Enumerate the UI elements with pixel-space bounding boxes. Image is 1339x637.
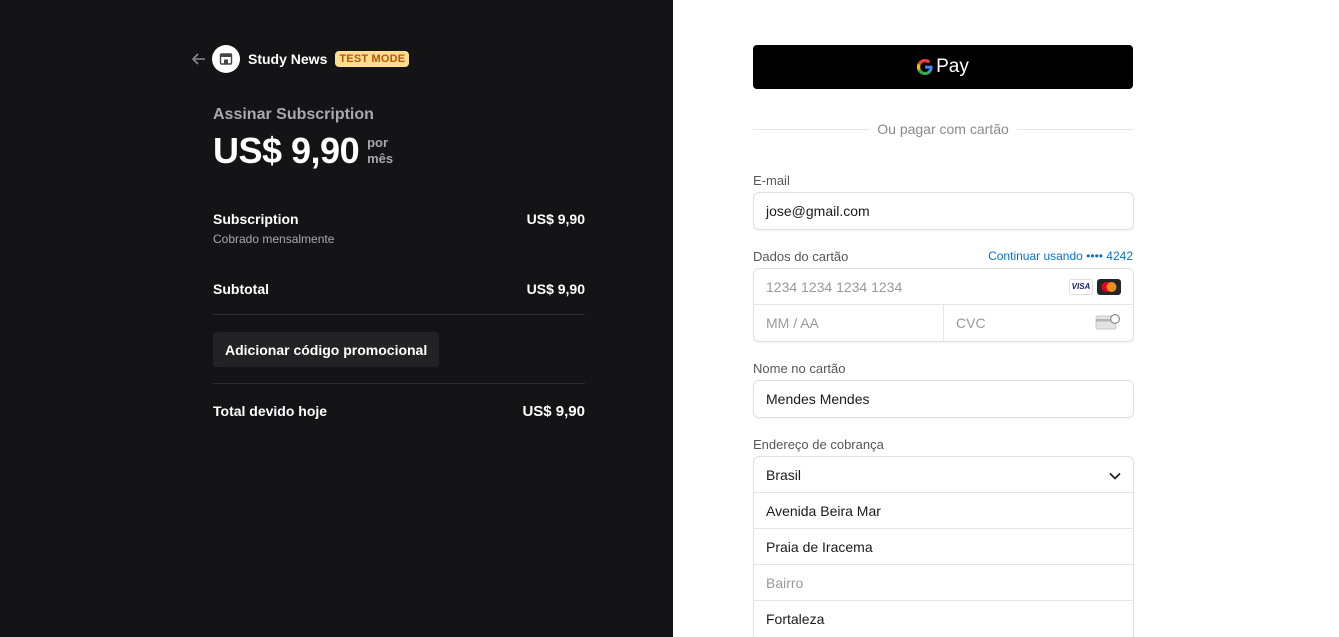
cvc-input[interactable]: CVC [943,305,1133,341]
price-period-line2: mês [367,151,394,166]
price-period-line1: por [367,135,389,150]
google-pay-button[interactable]: Pay [753,45,1133,89]
billing-address-field: Brasil Avenida Beira Mar Praia de Iracem… [753,456,1134,637]
chevron-down-icon [1109,467,1121,483]
total-amount: US$ 9,90 [522,403,585,420]
address-line1-value: Avenida Beira Mar [766,502,881,519]
city-input[interactable]: Fortaleza [754,601,1133,637]
neighborhood-input[interactable]: Bairro [754,565,1133,601]
expiry-placeholder: MM / AA [766,315,819,331]
cardholder-name-field[interactable]: Mendes Mendes [753,380,1134,418]
line-item-amount: US$ 9,90 [526,211,585,227]
card-number-input[interactable]: 1234 1234 1234 1234 VISA [754,269,1133,305]
cvc-card-icon [1095,313,1121,333]
email-label: E-mail [753,173,790,188]
google-pay-label: Pay [936,56,969,77]
address-line2-input[interactable]: Praia de Iracema [754,529,1133,565]
visa-icon: VISA [1069,278,1093,295]
total-label: Total devido hoje [213,403,328,419]
or-divider: Ou pagar com cartão [753,121,1134,137]
country-value: Brasil [766,466,802,483]
card-expiry-cvc-row: MM / AA CVC [754,305,1133,341]
cardholder-name-label: Nome no cartão [753,361,846,376]
card-details-label: Dados do cartão [753,249,849,264]
price-period: por mês [367,135,393,167]
header: Study News TEST MODE [190,45,410,73]
cvc-placeholder: CVC [956,315,986,331]
divider-line [1016,128,1134,130]
test-mode-badge: TEST MODE [335,51,410,67]
city-value: Fortaleza [766,611,825,627]
line-item-subscription: Subscription Cobrado mensalmente US$ 9,9… [213,211,585,246]
order-summary-panel: Study News TEST MODE Assinar Subscriptio… [0,0,673,637]
total-row: Total devido hoje US$ 9,90 [213,403,585,420]
add-promo-code-button[interactable]: Adicionar código promocional [213,332,440,367]
line-item-description: Cobrado mensalmente [213,232,335,246]
price-amount: US$ 9,90 [213,130,360,171]
country-select[interactable]: Brasil [754,457,1133,493]
cardholder-name-value[interactable]: Mendes Mendes [754,381,1133,417]
divider-line [753,128,870,130]
address-line1-input[interactable]: Avenida Beira Mar [754,493,1133,529]
mastercard-icon [1097,278,1121,295]
expiry-input[interactable]: MM / AA [754,305,943,341]
subtotal-row: Subtotal US$ 9,90 [213,281,585,297]
card-number-placeholder: 1234 1234 1234 1234 [766,278,903,295]
subtotal-amount: US$ 9,90 [526,281,585,297]
card-details-field: 1234 1234 1234 1234 VISA MM / AA CVC [753,268,1134,342]
back-arrow-icon[interactable] [190,50,208,68]
card-brands: VISA [1069,278,1121,295]
google-g-icon [917,59,933,75]
continue-saved-card-link[interactable]: Continuar usando •••• 4242 [988,249,1133,263]
address-line2-value: Praia de Iracema [766,538,873,555]
subtotal-label: Subtotal [213,281,269,297]
email-value[interactable]: jose@gmail.com [754,193,1133,229]
divider [213,314,585,315]
email-field[interactable]: jose@gmail.com [753,192,1134,230]
subscription-title: Assinar Subscription [213,106,374,123]
price-display: US$ 9,90 por mês [213,130,393,172]
divider [213,383,585,384]
billing-address-label: Endereço de cobrança [753,437,884,452]
line-item-name: Subscription [213,211,299,227]
brand-name: Study News [248,51,328,67]
store-logo-icon [212,45,240,73]
neighborhood-placeholder: Bairro [766,574,804,591]
or-divider-text: Ou pagar com cartão [877,121,1009,137]
payment-panel: Pay Ou pagar com cartão E-mail jose@gmai… [673,0,1339,637]
